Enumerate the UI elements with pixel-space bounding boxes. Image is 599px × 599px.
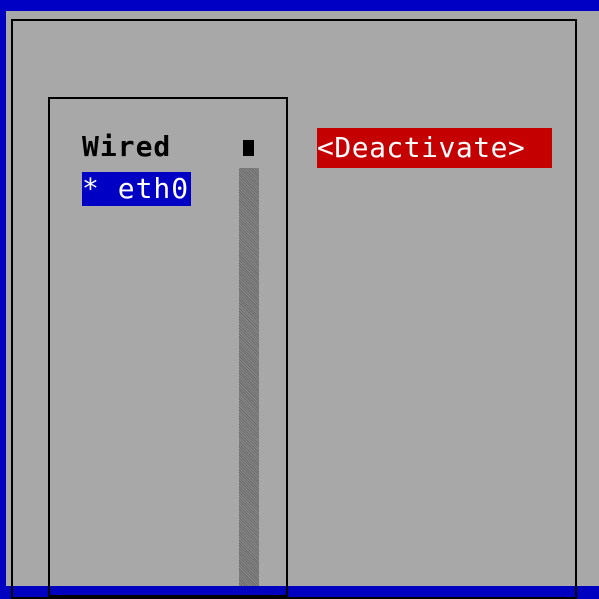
- list-header-wired: Wired: [82, 130, 172, 163]
- scrollbar-track[interactable]: [239, 168, 259, 586]
- scrollbar-thumb[interactable]: [243, 140, 254, 156]
- list-item-eth0[interactable]: * eth0: [82, 172, 192, 206]
- deactivate-button[interactable]: <Deactivate>: [317, 128, 552, 168]
- terminal-top-bar: [0, 0, 599, 11]
